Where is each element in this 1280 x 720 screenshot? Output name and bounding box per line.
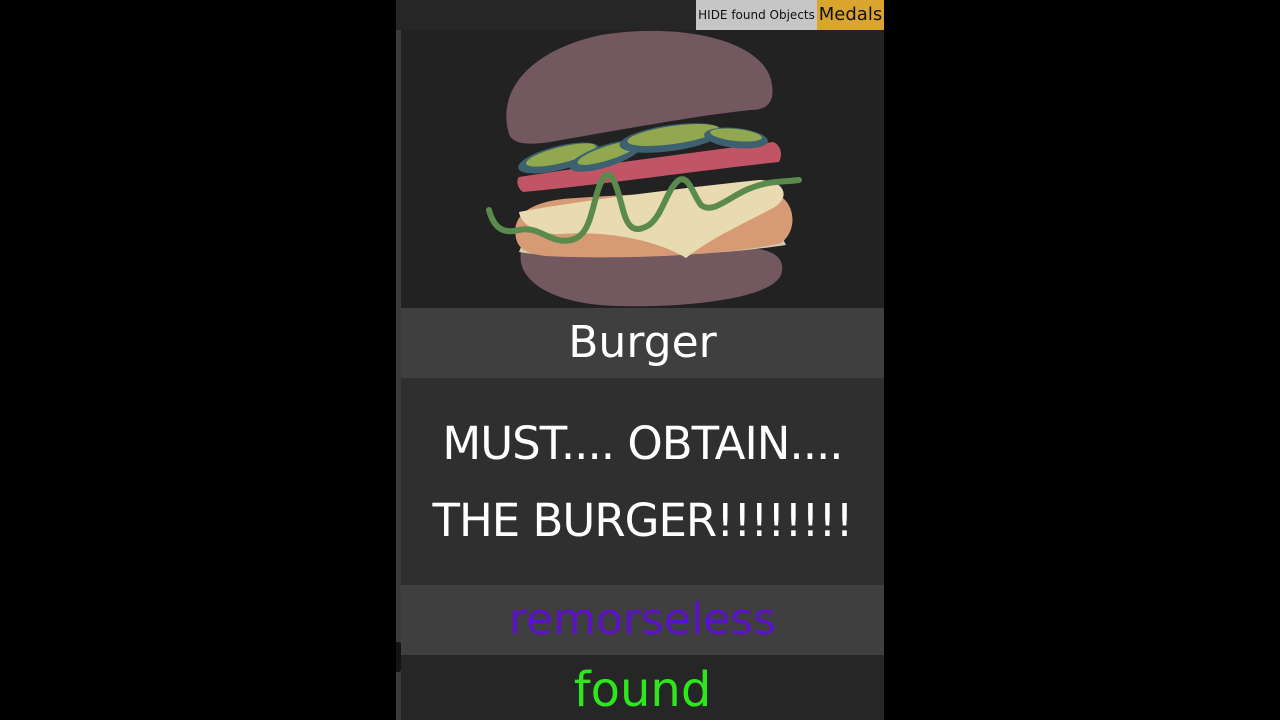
hide-found-objects-button[interactable]: HIDE found Objects — [696, 0, 817, 30]
top-bar: HIDE found Objects Medals — [396, 0, 884, 30]
item-image — [401, 30, 884, 308]
item-title: Burger — [401, 308, 884, 378]
found-status: found — [573, 662, 712, 718]
burger-icon — [486, 30, 802, 307]
medals-button[interactable]: Medals — [817, 0, 884, 30]
item-description: MUST.... OBTAIN.... THE BURGER!!!!!!!! — [432, 416, 853, 547]
status-bar: found — [401, 655, 884, 720]
difficulty-label: remorseless — [508, 594, 777, 645]
item-description-box: MUST.... OBTAIN.... THE BURGER!!!!!!!! — [401, 378, 884, 585]
item-detail-panel: HIDE found Objects Medals Burger MUST...… — [396, 0, 884, 720]
difficulty-bar: remorseless — [401, 585, 884, 655]
